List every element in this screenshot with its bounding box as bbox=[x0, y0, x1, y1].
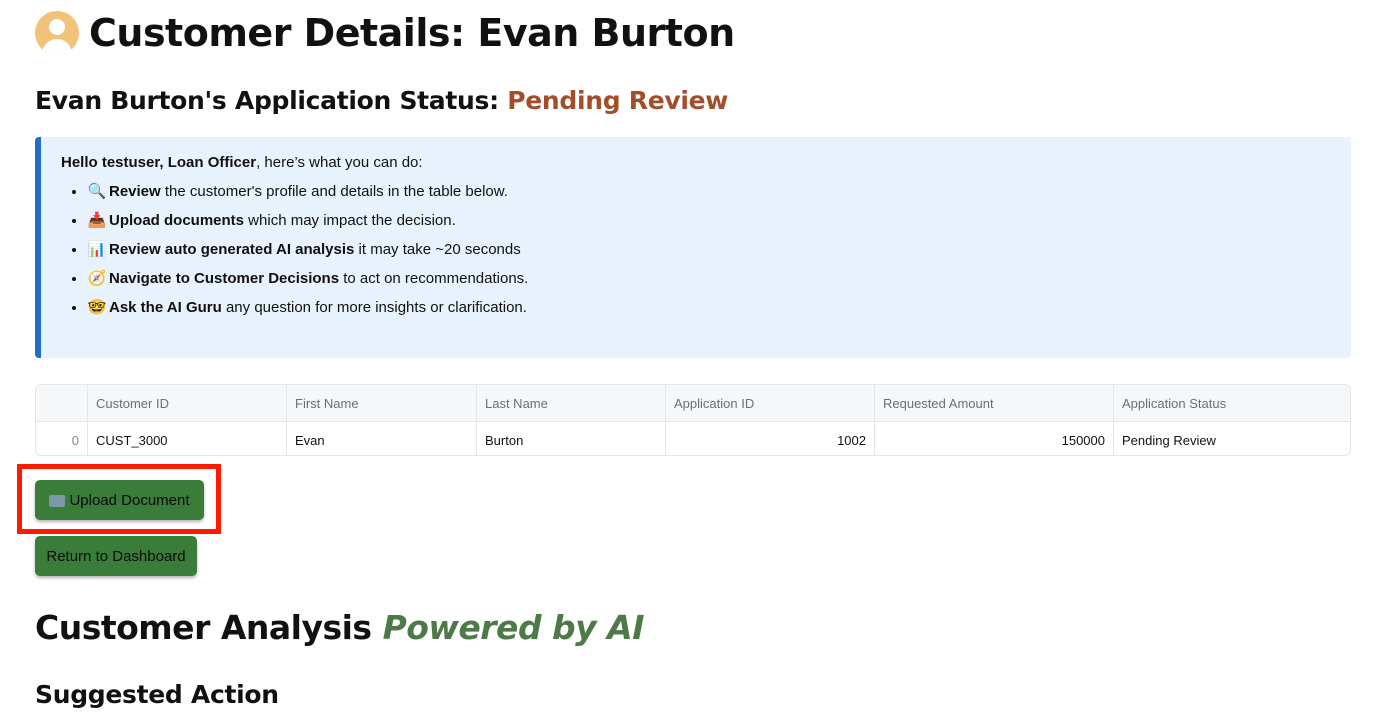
column-header-customer-id[interactable]: Customer ID bbox=[88, 385, 287, 421]
cell-requested-amount[interactable]: 150000 bbox=[875, 422, 1114, 455]
list-item: 🤓Ask the AI Guru any question for more i… bbox=[87, 297, 1351, 326]
table-header-row: Customer ID First Name Last Name Applica… bbox=[36, 385, 1350, 422]
return-to-dashboard-label: Return to Dashboard bbox=[46, 547, 186, 565]
column-header-last-name[interactable]: Last Name bbox=[477, 385, 666, 421]
cell-application-id[interactable]: 1002 bbox=[666, 422, 875, 455]
list-item: 🧭Navigate to Customer Decisions to act o… bbox=[87, 268, 1351, 297]
column-header-application-status[interactable]: Application Status bbox=[1114, 385, 1350, 421]
suggested-action-heading: Suggested Action bbox=[35, 680, 279, 709]
upload-document-button[interactable]: Upload Document bbox=[35, 480, 204, 520]
list-item: 📊Review auto generated AI analysis it ma… bbox=[87, 239, 1351, 268]
status-value: Pending Review bbox=[507, 86, 729, 115]
analysis-title-accent: Powered by AI bbox=[382, 608, 645, 647]
analysis-heading: Customer Analysis Powered by AI bbox=[35, 608, 645, 647]
column-header-requested-amount[interactable]: Requested Amount bbox=[875, 385, 1114, 421]
item-bold: Review bbox=[109, 183, 161, 200]
item-text: which may impact the decision. bbox=[244, 212, 456, 229]
list-item: 📥Upload documents which may impact the d… bbox=[87, 210, 1351, 239]
cell-customer-id[interactable]: CUST_3000 bbox=[88, 422, 287, 455]
cell-last-name[interactable]: Burton bbox=[477, 422, 666, 455]
greeting-rest: , here’s what you can do: bbox=[256, 154, 423, 171]
cell-application-status[interactable]: Pending Review bbox=[1114, 422, 1350, 455]
row-index[interactable]: 0 bbox=[36, 422, 88, 455]
greeting: Hello testuser, Loan Officer, here’s wha… bbox=[61, 154, 1351, 171]
folder-icon bbox=[49, 495, 66, 507]
greeting-bold: Hello testuser, Loan Officer bbox=[61, 154, 257, 171]
table-row: 0 CUST_3000 Evan Burton 1002 150000 Pend… bbox=[36, 422, 1350, 455]
column-header-index[interactable] bbox=[36, 385, 88, 421]
column-header-first-name[interactable]: First Name bbox=[287, 385, 477, 421]
page-title-text: Customer Details: Evan Burton bbox=[89, 11, 735, 55]
instruction-list: 🔍Review the customer's profile and detai… bbox=[61, 181, 1351, 326]
return-to-dashboard-button[interactable]: Return to Dashboard bbox=[35, 536, 197, 576]
item-bold: Navigate to Customer Decisions bbox=[109, 270, 340, 287]
magnifier-icon: 🔍 bbox=[87, 183, 107, 200]
customer-table: Customer ID First Name Last Name Applica… bbox=[35, 384, 1351, 456]
list-item: 🔍Review the customer's profile and detai… bbox=[87, 181, 1351, 210]
item-text: any question for more insights or clarif… bbox=[221, 299, 527, 316]
item-text: to act on recommendations. bbox=[339, 270, 529, 287]
application-status-heading: Evan Burton's Application Status: Pendin… bbox=[35, 86, 728, 115]
nerd-face-icon: 🤓 bbox=[87, 299, 107, 316]
status-prefix: Evan Burton's Application Status: bbox=[35, 86, 499, 115]
item-bold: Ask the AI Guru bbox=[109, 299, 222, 316]
item-text: the customer's profile and details in th… bbox=[160, 183, 508, 200]
item-text: it may take ~20 seconds bbox=[354, 241, 521, 258]
upload-document-label: Upload Document bbox=[69, 491, 190, 509]
cell-first-name[interactable]: Evan bbox=[287, 422, 477, 455]
user-circle-icon bbox=[35, 11, 79, 55]
info-box: Hello testuser, Loan Officer, here’s wha… bbox=[35, 137, 1351, 358]
analysis-title: Customer Analysis bbox=[35, 608, 372, 647]
item-bold: Upload documents bbox=[109, 212, 245, 229]
inbox-tray-icon: 📥 bbox=[87, 212, 107, 229]
column-header-application-id[interactable]: Application ID bbox=[666, 385, 875, 421]
bar-chart-icon: 📊 bbox=[87, 241, 107, 258]
item-bold: Review auto generated AI analysis bbox=[109, 241, 355, 258]
compass-icon: 🧭 bbox=[87, 270, 107, 287]
page-title: Customer Details: Evan Burton bbox=[35, 6, 735, 60]
